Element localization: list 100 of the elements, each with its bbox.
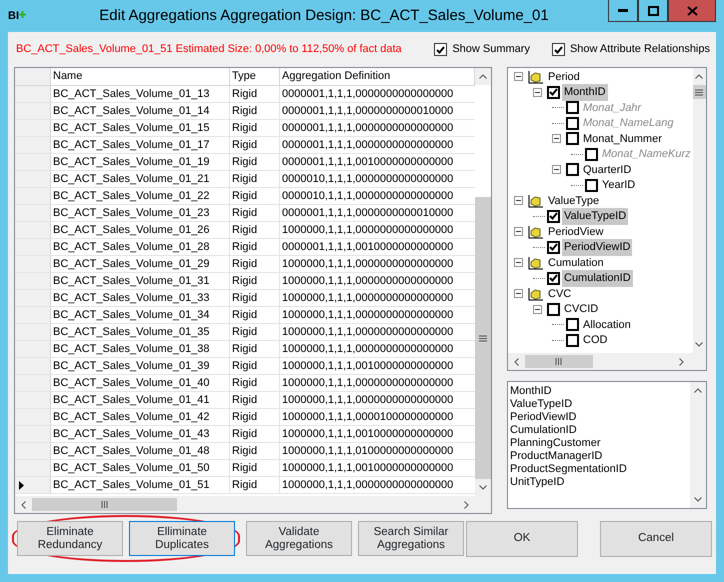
scroll-up-icon[interactable] — [695, 74, 704, 79]
column-header[interactable]: Type — [230, 68, 280, 85]
tree-item[interactable]: YearID — [600, 177, 638, 194]
table-cell: BC_ACT_Sales_Volume_01_34 — [51, 307, 230, 323]
table-cell-text: 1000000,1,1,1,0000100000000000 — [281, 410, 454, 425]
column-header[interactable]: Name — [51, 68, 230, 85]
checkbox[interactable] — [566, 318, 579, 332]
table-cell: Rigid — [230, 460, 280, 476]
list-item[interactable]: MonthID — [510, 385, 688, 398]
checkbox[interactable] — [547, 272, 560, 285]
dialog-button[interactable]: Cancel — [600, 520, 712, 556]
checkbox[interactable] — [547, 86, 560, 99]
scrollbar-thumb[interactable] — [32, 498, 177, 511]
estimate-text: BC_ACT_Sales_Volume_01_51 Estimated Size: 0,00% to 112,50% of fact data — [15, 42, 403, 58]
table-cell: Rigid — [230, 358, 280, 374]
table-cell-text: 0000001,1,1,1,0000000000000000 — [281, 87, 454, 102]
scroll-down-icon[interactable] — [694, 497, 702, 502]
minimize-button[interactable] — [608, 0, 638, 22]
close-button[interactable] — [668, 0, 716, 22]
collapse-icon[interactable] — [552, 165, 561, 174]
tree-item[interactable]: QuarterID — [581, 162, 634, 178]
list-item[interactable]: ProductSegmentationID — [510, 463, 688, 476]
tree-item[interactable]: Period — [546, 68, 582, 85]
table-cell: Rigid — [230, 392, 280, 408]
checkbox[interactable] — [547, 210, 560, 223]
tree-item[interactable]: ValueTypeID — [562, 208, 628, 224]
table-cell: BC_ACT_Sales_Volume_01_29 — [51, 256, 230, 272]
table-cell: BC_ACT_Sales_Volume_01_28 — [51, 239, 230, 255]
scrollbar-thumb[interactable] — [525, 355, 593, 368]
tree-item[interactable]: MonthID — [562, 84, 608, 100]
collapse-icon[interactable] — [552, 134, 561, 144]
table-cell: BC_ACT_Sales_Volume_01_48 — [51, 443, 230, 459]
table-cell-text: 0000001,1,1,1,0000000000010000 — [281, 206, 454, 221]
grip-icon — [100, 501, 108, 508]
scroll-up-icon[interactable] — [694, 388, 702, 393]
scrollbar-thumb[interactable] — [692, 85, 706, 99]
scroll-down-icon[interactable] — [479, 485, 487, 490]
collapse-icon[interactable] — [533, 304, 542, 314]
collapse-icon[interactable] — [514, 289, 523, 298]
list-item[interactable]: CumulationID — [510, 424, 688, 437]
table-cell: Rigid — [230, 239, 280, 255]
tree-item[interactable]: Monat_Nummer — [581, 130, 664, 147]
tree-item[interactable]: CVCID — [562, 301, 600, 318]
action-button[interactable]: Validate Aggregations — [246, 521, 352, 556]
scroll-right-icon[interactable] — [679, 358, 684, 366]
checkbox[interactable] — [566, 163, 579, 176]
tree-item[interactable]: Allocation — [581, 316, 633, 333]
tree-item[interactable]: Cumulation — [546, 254, 606, 271]
collapse-icon[interactable] — [514, 72, 523, 82]
action-button[interactable]: Search Similar Aggregations — [358, 521, 464, 556]
table-cell: Rigid — [230, 103, 280, 119]
scroll-up-icon[interactable] — [479, 74, 487, 79]
table-cell-text: 1000000,1,1,1,0000000000000000 — [281, 274, 454, 289]
tree-item[interactable]: ValueType — [546, 192, 602, 209]
table-cell-text: 0000010,1,1,1,0000000000000000 — [281, 172, 454, 187]
checkbox[interactable] — [547, 302, 560, 316]
scroll-down-icon[interactable] — [695, 342, 704, 347]
tree-item[interactable]: PeriodViewID — [562, 239, 632, 256]
list-item[interactable]: ProductManagerID — [510, 450, 688, 463]
list-item[interactable]: ValueTypeID — [510, 398, 688, 411]
table-cell-text: 1000000,1,1,1,0000000000000000 — [281, 376, 454, 391]
tree-item[interactable]: PeriodView — [546, 224, 606, 240]
scroll-left-icon[interactable] — [514, 358, 519, 366]
list-item[interactable]: PeriodViewID — [510, 411, 688, 424]
action-button[interactable]: Elliminate Duplicates — [129, 521, 235, 556]
table-cell: Rigid — [230, 477, 280, 493]
row-header[interactable] — [15, 477, 51, 493]
list-item[interactable]: PlanningCustomer — [510, 437, 688, 450]
checkbox[interactable] — [585, 178, 598, 192]
table-cell: Rigid — [230, 307, 280, 323]
checkbox[interactable]: Show Attribute Relationships — [552, 41, 710, 58]
checkbox[interactable] — [566, 116, 579, 130]
checkbox[interactable] — [547, 240, 560, 254]
scroll-right-icon[interactable] — [464, 500, 469, 508]
tree-item[interactable]: CumulationID — [562, 270, 633, 286]
scrollbar-thumb[interactable] — [475, 197, 491, 479]
checkmark-icon — [554, 46, 563, 54]
table-cell-text: 1000000,1,1,1,0100000000000000 — [281, 444, 454, 459]
grip-icon — [555, 358, 563, 365]
dimension-icon — [528, 194, 544, 208]
action-button[interactable]: Eliminate Redundancy — [17, 521, 123, 556]
checkbox[interactable]: Show Summary — [434, 41, 530, 58]
checkbox[interactable] — [566, 101, 579, 114]
tree-item[interactable]: COD — [581, 332, 610, 348]
checkbox[interactable] — [566, 132, 579, 146]
checkmark-icon — [549, 243, 558, 252]
tree-item[interactable]: CVC — [546, 286, 574, 302]
collapse-icon[interactable] — [514, 227, 523, 236]
collapse-icon[interactable] — [514, 258, 523, 268]
collapse-icon[interactable] — [514, 196, 523, 206]
table-cell: BC_ACT_Sales_Volume_01_50 — [51, 460, 230, 476]
checkbox[interactable] — [566, 334, 579, 347]
list-item[interactable]: UnitTypeID — [510, 476, 688, 489]
dialog-button[interactable]: OK — [466, 520, 578, 556]
table-cell: Rigid — [230, 273, 280, 289]
checkbox[interactable] — [585, 148, 598, 161]
maximize-button[interactable] — [638, 0, 668, 22]
scroll-left-icon[interactable] — [21, 500, 26, 508]
table-cell-text: 1000000,1,1,1,0000000000000000 — [281, 478, 454, 493]
collapse-icon[interactable] — [533, 88, 542, 97]
